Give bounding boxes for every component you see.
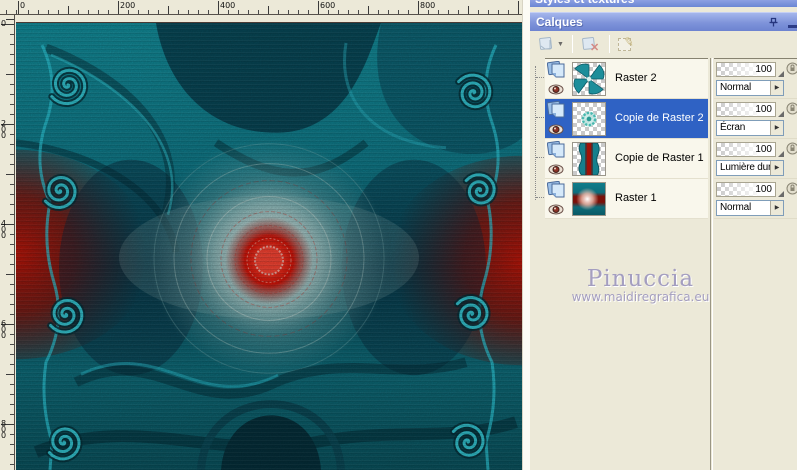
opacity-slider-handle-icon[interactable] [778,71,784,77]
pin-icon[interactable] [768,17,779,28]
layer-list: Raster 2 Copie de Raster 2 Copie de Rast… [545,58,708,219]
blend-mode-dropdown[interactable]: Écran ▶ [716,120,784,136]
layer-type-icon [546,180,567,204]
blend-mode-value: Lumière dure [720,162,777,173]
hruler-label: 600 [320,1,336,10]
layer-type-icon [546,140,567,164]
layer-tree-connectors [535,66,545,200]
vruler-label: 800 [1,419,7,440]
layer-controls-copie-de-raster-2: 100 Écran ▶ [714,99,797,139]
opacity-slider-handle-icon[interactable] [778,151,784,157]
layer-controls-copie-de-raster-1: 100 Lumière dure ▶ [714,139,797,179]
vruler-label: 200 [1,119,7,140]
vertical-ruler: 0 200 400 600 800 [0,15,15,470]
layer-row-copie-de-raster-1[interactable]: Copie de Raster 1 [545,139,708,179]
hruler-label: 800 [420,1,436,10]
layer-name: Copie de Raster 1 [615,152,704,164]
watermark: Pinuccia www.maidiregrafica.eu [548,266,733,304]
blend-mode-dropdown[interactable]: Lumière dure ▶ [716,160,784,176]
lock-icon[interactable] [786,142,797,155]
blend-dropdown-arrow-icon[interactable]: ▶ [770,201,783,215]
blend-dropdown-arrow-icon[interactable]: ▶ [770,161,783,175]
opacity-slider[interactable]: 100 [716,62,776,77]
calques-palette-titlebar[interactable]: Calques [530,12,797,31]
blend-dropdown-arrow-icon[interactable]: ▶ [770,121,783,135]
blend-mode-value: Normal [720,202,752,213]
blend-mode-dropdown[interactable]: Normal ▶ [716,80,784,96]
layer-thumbnail [572,142,606,176]
layer-row-raster-1[interactable]: Raster 1 [545,179,708,219]
layer-thumbnail [572,62,606,96]
hruler-label: 400 [220,1,236,10]
vruler-label: 600 [1,319,7,340]
blend-mode-value: Écran [720,122,746,133]
new-layer-button[interactable]: ▼ [535,33,567,55]
new-layer-icon [539,36,552,50]
toolbar-separator [571,35,573,53]
lock-icon[interactable] [786,182,797,195]
layer-controls-raster-2: 100 Normal ▶ [714,59,797,99]
lock-icon[interactable] [786,102,797,115]
edit-selection-button[interactable]: ✎ [615,33,643,55]
vertical-ruler-ticks [0,15,14,470]
layer-controls-list: 100 Normal ▶ 100 Écran ▶ 100 Lumière dur… [714,58,797,219]
minimize-dash-icon[interactable] [788,25,797,28]
vruler-label: 0 [1,19,7,28]
layer-visibility-eye-icon[interactable] [548,202,564,220]
lock-icon[interactable] [786,62,797,75]
palette-pane-divider[interactable] [710,58,713,470]
delete-x-icon: ✕ [589,42,600,54]
opacity-slider[interactable]: 100 [716,142,776,157]
blend-mode-value: Normal [720,82,752,93]
layer-type-icon [546,60,567,84]
opacity-value: 100 [755,104,772,115]
hruler-label: 200 [120,1,136,10]
styles-textures-title: Styles et textures [530,0,797,6]
layer-name: Raster 1 [615,192,657,204]
layers-toolbar: ▼ ✕ ✎ [530,31,797,57]
delete-layer-button[interactable]: ✕ [578,33,604,55]
opacity-value: 100 [755,64,772,75]
horizontal-ruler-ticks [0,0,522,14]
opacity-slider[interactable]: 100 [716,102,776,117]
new-layer-caret-icon: ▼ [557,40,564,48]
app-window: 0 200 400 600 800 0 200 400 600 800 Calq… [0,0,797,470]
layer-name: Copie de Raster 2 [615,112,704,124]
palette-title: Calques [536,15,583,29]
layers-palette: Styles et textures Calques ▼ [530,0,797,470]
layer-thumbnail [572,182,606,216]
layer-visibility-eye-icon[interactable] [548,82,564,100]
layer-visibility-eye-icon[interactable] [548,122,564,140]
layer-type-icon [546,100,567,124]
opacity-value: 100 [755,184,772,195]
blend-dropdown-arrow-icon[interactable]: ▶ [770,81,783,95]
opacity-slider[interactable]: 100 [716,182,776,197]
layer-name: Raster 2 [615,72,657,84]
vruler-label: 400 [1,219,7,240]
layer-visibility-eye-icon[interactable] [548,162,564,180]
layer-thumbnail [572,102,606,136]
watermark-url: www.maidiregrafica.eu [571,290,710,304]
blend-mode-dropdown[interactable]: Normal ▶ [716,200,784,216]
opacity-slider-handle-icon[interactable] [778,191,784,197]
horizontal-ruler: 0 200 400 600 800 [0,0,522,15]
watermark-title: Pinuccia [586,266,695,292]
layer-row-raster-2[interactable]: Raster 2 [545,59,708,99]
toolbar-separator [608,35,610,53]
pencil-icon: ✎ [623,34,635,50]
opacity-slider-handle-icon[interactable] [778,111,784,117]
styles-textures-palette-partial-titlebar[interactable]: Styles et textures [530,0,797,7]
opacity-value: 100 [755,144,772,155]
layer-controls-raster-1: 100 Normal ▶ [714,179,797,219]
hruler-label: 0 [20,1,26,10]
canvas-palette-gap [522,0,530,470]
layer-row-copie-de-raster-2[interactable]: Copie de Raster 2 [545,99,708,139]
image-canvas[interactable] [16,22,522,470]
